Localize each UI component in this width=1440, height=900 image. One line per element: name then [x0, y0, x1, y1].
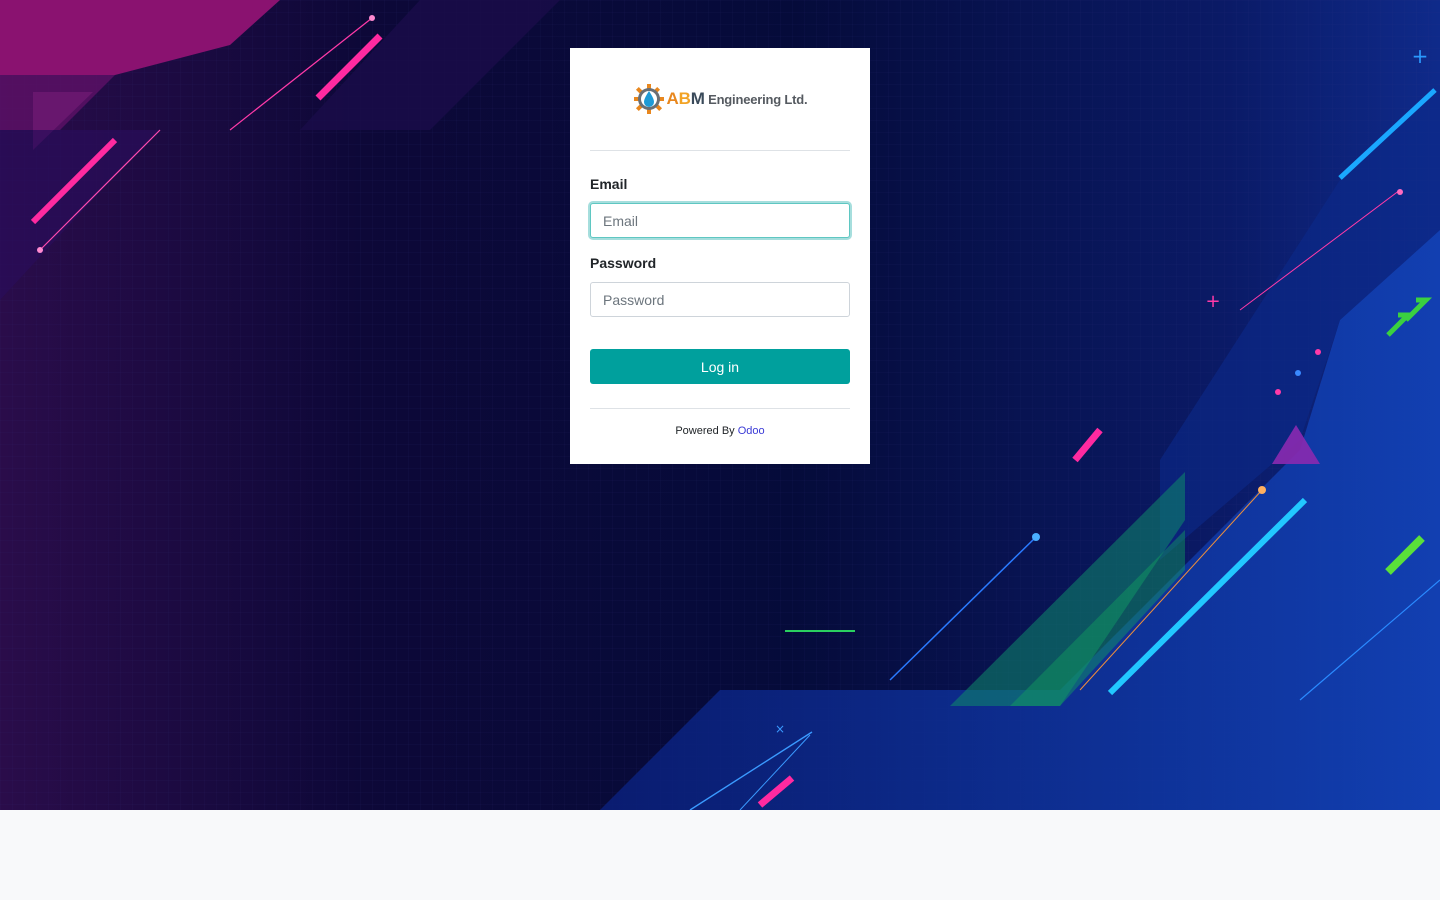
svg-text:+: +	[1205, 291, 1220, 312]
email-field[interactable]	[590, 203, 850, 238]
page-bottom-area	[0, 810, 1440, 900]
odoo-link[interactable]: Odoo	[738, 425, 765, 437]
svg-text:+: +	[1412, 44, 1429, 68]
gear-droplet-icon	[633, 83, 664, 114]
powered-by-text: Powered By	[675, 425, 735, 437]
brand-letter-a: A	[666, 88, 679, 108]
password-label: Password	[590, 255, 657, 271]
password-field[interactable]	[590, 282, 850, 317]
brand-name: Engineering Ltd.	[708, 91, 808, 107]
login-card: ABM Engineering Ltd. Email Password Log …	[570, 48, 870, 464]
company-logo: ABM Engineering Ltd.	[633, 83, 808, 115]
svg-text:×: ×	[775, 722, 785, 736]
login-button[interactable]: Log in	[590, 349, 850, 384]
brand-letter-b: B	[678, 88, 691, 108]
login-form: Email Password Log in	[590, 176, 850, 384]
footer: Powered By Odoo	[590, 408, 850, 437]
company-name: ABM Engineering Ltd.	[667, 89, 808, 109]
email-label: Email	[590, 176, 628, 192]
brand-letter-m: M	[690, 88, 705, 108]
logo-area: ABM Engineering Ltd.	[590, 48, 850, 151]
